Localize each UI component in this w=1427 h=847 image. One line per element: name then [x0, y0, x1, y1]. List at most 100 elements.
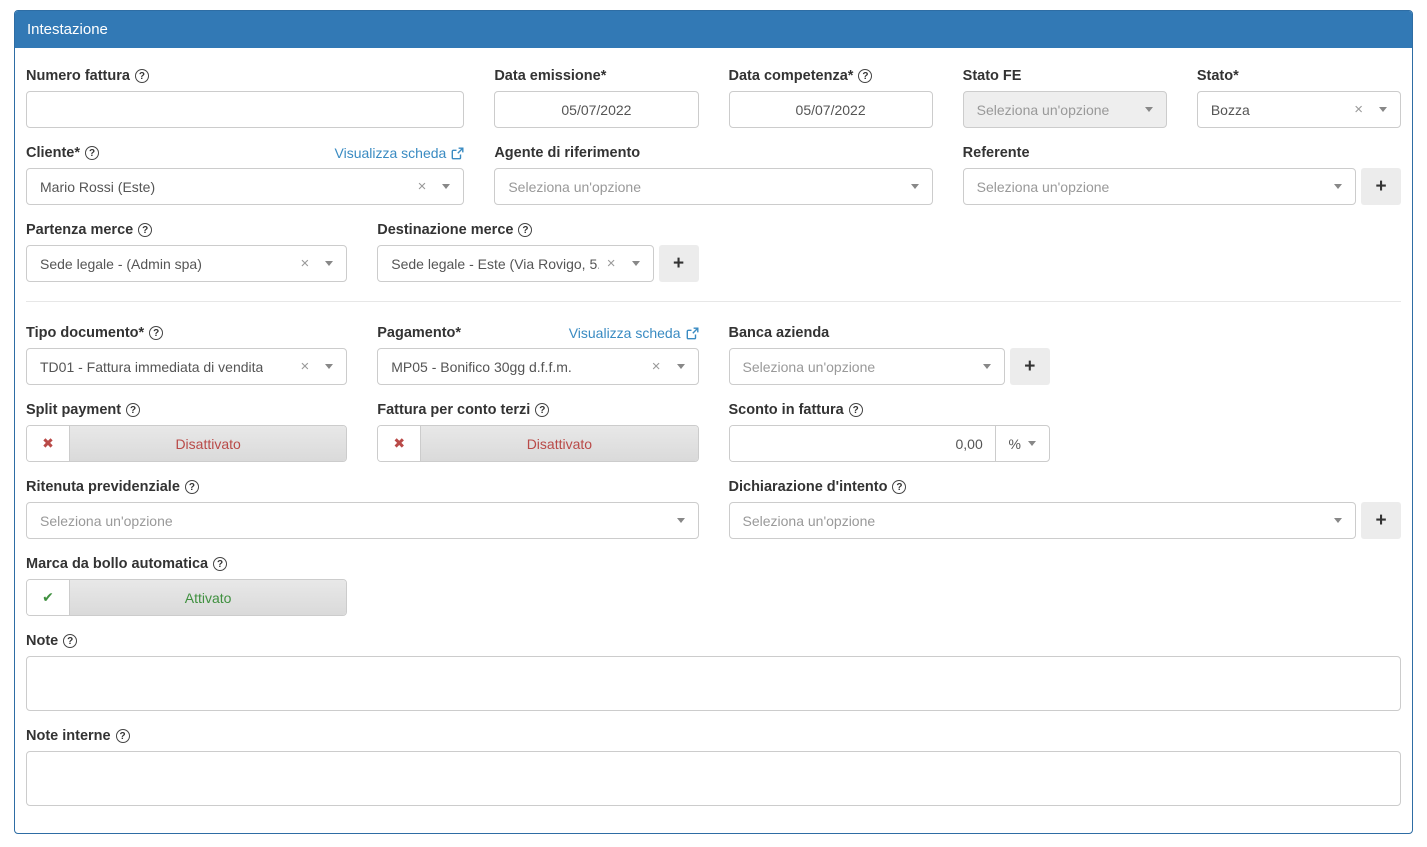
partenza-merce-value: Sede legale - (Admin spa) [40, 256, 202, 272]
marca-da-bollo-state: Attivato [70, 580, 346, 615]
data-emissione-input[interactable] [494, 91, 698, 128]
numero-fattura-input[interactable] [26, 91, 464, 128]
banca-azienda-select[interactable]: Seleziona un'opzione [729, 348, 1005, 385]
form-row-4: Tipo documento*? TD01 - Fattura immediat… [26, 324, 1401, 385]
chevron-down-icon [669, 518, 685, 523]
form-row-note-interne: Note interne? [26, 727, 1401, 806]
help-icon[interactable]: ? [126, 403, 140, 417]
chevron-down-icon [1371, 107, 1387, 112]
help-icon[interactable]: ? [535, 403, 549, 417]
help-icon[interactable]: ? [135, 69, 149, 83]
form-row-3: Partenza merce? Sede legale - (Admin spa… [26, 221, 1401, 282]
chevron-down-icon [1137, 107, 1153, 112]
clear-icon[interactable]: × [292, 359, 317, 374]
note-textarea[interactable] [26, 656, 1401, 711]
stato-label: Stato* [1197, 68, 1239, 84]
chevron-down-icon [975, 364, 991, 369]
chevron-down-icon [434, 184, 450, 189]
clear-icon[interactable]: × [410, 179, 435, 194]
chevron-down-icon [624, 261, 640, 266]
help-icon[interactable]: ? [858, 69, 872, 83]
help-icon[interactable]: ? [849, 403, 863, 417]
dichiarazione-intento-select[interactable]: Seleziona un'opzione [729, 502, 1357, 539]
chevron-down-icon [317, 261, 333, 266]
data-competenza-input[interactable] [729, 91, 933, 128]
cliente-value: Mario Rossi (Este) [40, 179, 155, 195]
sconto-fattura-input[interactable] [730, 426, 995, 461]
field-cliente: Cliente*? Visualizza scheda Mario Rossi … [26, 144, 464, 205]
help-icon[interactable]: ? [85, 146, 99, 160]
field-partenza-merce: Partenza merce? Sede legale - (Admin spa… [26, 221, 347, 282]
help-icon[interactable]: ? [63, 634, 77, 648]
clear-icon[interactable]: × [644, 359, 669, 374]
tipo-documento-select[interactable]: TD01 - Fattura immediata di vendita × [26, 348, 347, 385]
form-row-7: Marca da bollo automatica? ✔ Attivato [26, 555, 1401, 616]
clear-icon[interactable]: × [1346, 102, 1371, 117]
panel-title: Intestazione [27, 21, 108, 38]
help-icon[interactable]: ? [149, 326, 163, 340]
split-payment-state: Disattivato [70, 426, 346, 461]
add-banca-button[interactable]: + [1010, 348, 1050, 385]
partenza-merce-select[interactable]: Sede legale - (Admin spa) × [26, 245, 347, 282]
note-interne-textarea[interactable] [26, 751, 1401, 806]
fattura-conto-terzi-label: Fattura per conto terzi [377, 402, 530, 418]
cliente-select[interactable]: Mario Rossi (Este) × [26, 168, 464, 205]
external-link-icon [686, 327, 699, 340]
help-icon[interactable]: ? [138, 223, 152, 237]
pagamento-label: Pagamento* [377, 325, 461, 341]
destinazione-merce-select[interactable]: Sede legale - Este (Via Rovigo, 5... × [377, 245, 653, 282]
field-agente-riferimento: Agente di riferimento Seleziona un'opzio… [494, 144, 932, 205]
clear-icon[interactable]: × [599, 256, 624, 271]
form-row-5: Split payment? ✖ Disattivato Fattura per… [26, 401, 1401, 462]
referente-select[interactable]: Seleziona un'opzione [963, 168, 1356, 205]
chevron-down-icon [669, 364, 685, 369]
field-stato-fe: Stato FE Seleziona un'opzione [963, 67, 1167, 128]
help-icon[interactable]: ? [185, 480, 199, 494]
field-split-payment: Split payment? ✖ Disattivato [26, 401, 347, 462]
add-referente-button[interactable]: + [1361, 168, 1401, 205]
toggle-off-icon: ✖ [378, 426, 421, 461]
split-payment-label: Split payment [26, 402, 121, 418]
stato-fe-label: Stato FE [963, 68, 1022, 84]
help-icon[interactable]: ? [518, 223, 532, 237]
field-stato: Stato* Bozza × [1197, 67, 1401, 128]
field-ritenuta-previdenziale: Ritenuta previdenziale? Seleziona un'opz… [26, 478, 699, 539]
marca-da-bollo-toggle[interactable]: ✔ Attivato [26, 579, 347, 616]
cliente-label: Cliente* [26, 145, 80, 161]
data-emissione-label: Data emissione* [494, 68, 606, 84]
pagamento-select[interactable]: MP05 - Bonifico 30gg d.f.f.m. × [377, 348, 698, 385]
clear-icon[interactable]: × [292, 256, 317, 271]
data-competenza-label: Data competenza* [729, 68, 854, 84]
toggle-on-icon: ✔ [27, 580, 70, 615]
fattura-conto-terzi-toggle[interactable]: ✖ Disattivato [377, 425, 698, 462]
field-sconto-fattura: Sconto in fattura? % [729, 401, 1050, 462]
section-divider [26, 301, 1401, 302]
cliente-visualizza-scheda-link[interactable]: Visualizza scheda [335, 145, 465, 161]
agente-riferimento-placeholder: Seleziona un'opzione [508, 179, 641, 195]
agente-riferimento-label: Agente di riferimento [494, 145, 640, 161]
ritenuta-previdenziale-select[interactable]: Seleziona un'opzione [26, 502, 699, 539]
pagamento-visualizza-scheda-link[interactable]: Visualizza scheda [569, 325, 699, 341]
note-interne-label: Note interne [26, 728, 111, 744]
sconto-unit-select[interactable]: % [995, 426, 1049, 461]
destinazione-merce-label: Destinazione merce [377, 222, 513, 238]
chevron-down-icon [903, 184, 919, 189]
add-dichiarazione-button[interactable]: + [1361, 502, 1401, 539]
stato-fe-placeholder: Seleziona un'opzione [977, 102, 1110, 118]
help-icon[interactable]: ? [213, 557, 227, 571]
banca-azienda-placeholder: Seleziona un'opzione [743, 359, 876, 375]
field-marca-da-bollo: Marca da bollo automatica? ✔ Attivato [26, 555, 347, 616]
add-destinazione-button[interactable]: + [659, 245, 699, 282]
field-banca-azienda: Banca azienda Seleziona un'opzione + [729, 324, 1050, 385]
split-payment-toggle[interactable]: ✖ Disattivato [26, 425, 347, 462]
agente-riferimento-select[interactable]: Seleziona un'opzione [494, 168, 932, 205]
help-icon[interactable]: ? [116, 729, 130, 743]
pagamento-value: MP05 - Bonifico 30gg d.f.f.m. [391, 359, 572, 375]
ritenuta-previdenziale-label: Ritenuta previdenziale [26, 479, 180, 495]
tipo-documento-label: Tipo documento* [26, 325, 144, 341]
panel-body: Numero fattura? Data emissione* Data com… [15, 48, 1412, 833]
help-icon[interactable]: ? [892, 480, 906, 494]
stato-select[interactable]: Bozza × [1197, 91, 1401, 128]
chevron-down-icon [317, 364, 333, 369]
fattura-conto-terzi-state: Disattivato [421, 426, 697, 461]
